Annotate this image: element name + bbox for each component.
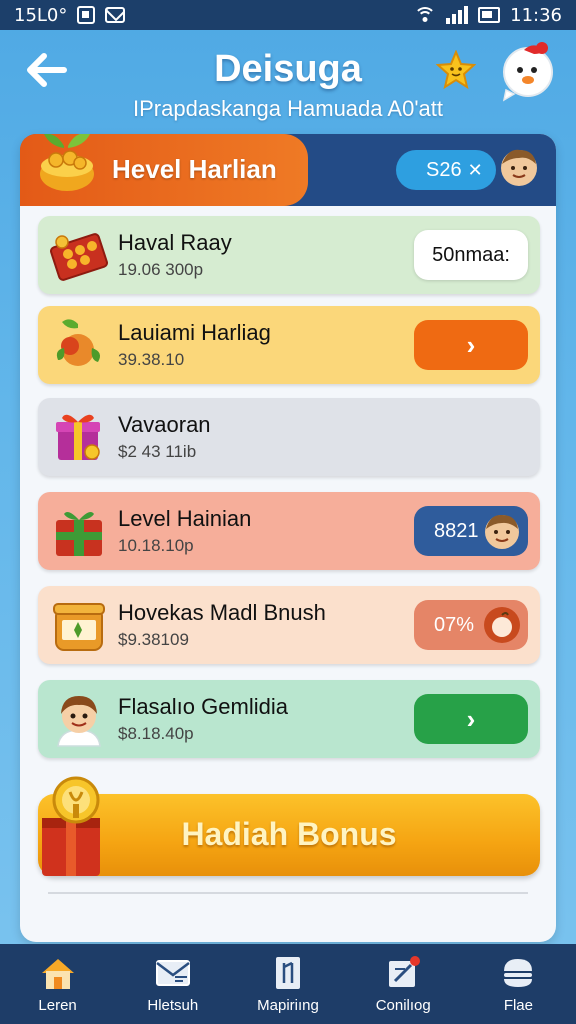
mute-icon: ✕ [467,159,483,180]
nav-label: Mapiriıng [257,996,319,1014]
page-subtitle: IPrapdaskanga Hamuada A0'att [133,96,443,121]
nav-label: Hletsuh [147,996,199,1014]
balance-value: S26 [426,158,462,181]
chevron-right-icon: › [466,703,476,734]
bookmark-icon [276,956,300,989]
row-action-button[interactable]: 8821 [414,506,528,556]
list-item[interactable]: Hovekas Madl Bnush $9.38109 07% [38,586,540,664]
list-item[interactable]: Haval Raay 19.06 300p 50nmaa: [38,216,540,294]
row-title: Lauiami Harliag [118,320,271,345]
row-title: Flasalıo Gemlidia [118,694,288,719]
avatar-icon [485,514,519,549]
panel-header: Hevel Harlian S26 ✕ [20,134,556,206]
row-subtitle: $9.38109 [118,630,189,649]
boy-avatar-icon [57,696,101,747]
coin-tray-icon [50,233,108,281]
row-action-button[interactable]: 07% [414,600,528,650]
rewards-panel: Hevel Harlian S26 ✕ Haval Raay 19.06 300… [20,134,556,942]
nav-item-edit[interactable]: Conilıog [346,944,461,1024]
nav-label: Conilıog [375,996,431,1014]
chevron-right-icon: › [466,329,476,360]
coin-pot-icon [40,134,94,191]
menu-icon [504,958,533,987]
edit-icon [389,955,421,987]
list-item[interactable]: Vavaoran $2 43 11ib [38,398,540,476]
bonus-button[interactable]: Hadiah Bonus [38,774,540,876]
bonus-label: Hadiah Bonus [181,816,397,852]
mail-icon [155,959,190,986]
row-action-button[interactable]: 50nmaa: [414,230,528,280]
row-subtitle: 19.06 300p [118,260,204,279]
divider [48,892,528,894]
mascot-icon[interactable] [498,40,558,102]
nav-item-mail[interactable]: Hletsuh [115,944,230,1024]
status-time: 11:36 [510,4,562,26]
home-icon [41,958,74,989]
avatar-icon[interactable] [498,146,540,188]
balance-pill[interactable]: S26 ✕ [396,150,496,190]
row-title: Vavaoran [118,412,211,437]
panel-title: Hevel Harlian [112,154,277,184]
notification-app-icon [77,6,96,24]
signal-icon [446,6,469,24]
wifi-icon [414,7,437,23]
row-subtitle: 39.38.10 [118,350,185,369]
row-title: Haval Raay [118,230,232,255]
row-action-value: 07% [434,613,475,636]
peach-icon [484,607,520,643]
bottom-nav: Leren Hletsuh Mapiriıng Conilıog Flae [0,944,576,1024]
list-item[interactable]: Level Hainian 10.18.10p 8821 [38,492,540,570]
nav-label: Flae [503,996,533,1014]
row-title: Level Hainian [118,506,252,531]
page-title: Deisuga [214,48,362,90]
status-text: 15L0° [14,4,68,26]
row-action-button[interactable]: › [414,694,528,744]
nav-label: Leren [38,996,77,1014]
nav-item-home[interactable]: Leren [0,944,115,1024]
row-action-value: 8821 [434,519,479,542]
treasure-jar-icon [53,603,105,651]
row-action-button[interactable]: › [414,320,528,370]
row-title: Hovekas Madl Bnush [118,600,326,625]
gift-box-icon [56,414,100,460]
mail-notification-icon [105,7,126,23]
row-subtitle: $2 43 11ib [118,442,197,461]
row-subtitle: $8.18.40p [118,724,194,743]
status-bar: 15L0° 11:36 [0,0,576,30]
nav-item-bookmark[interactable]: Mapiriıng [230,944,345,1024]
row-subtitle: 10.18.10p [118,536,194,555]
list-item[interactable]: Lauiami Harliag 39.38.10 › [38,306,540,384]
battery-icon [478,7,501,23]
list-item[interactable]: Flasalıo Gemlidia $8.18.40p › [38,680,540,758]
star-icon[interactable] [436,50,476,90]
fruit-icon [56,319,100,366]
present-icon [56,512,102,556]
nav-item-menu[interactable]: Flae [461,944,576,1024]
